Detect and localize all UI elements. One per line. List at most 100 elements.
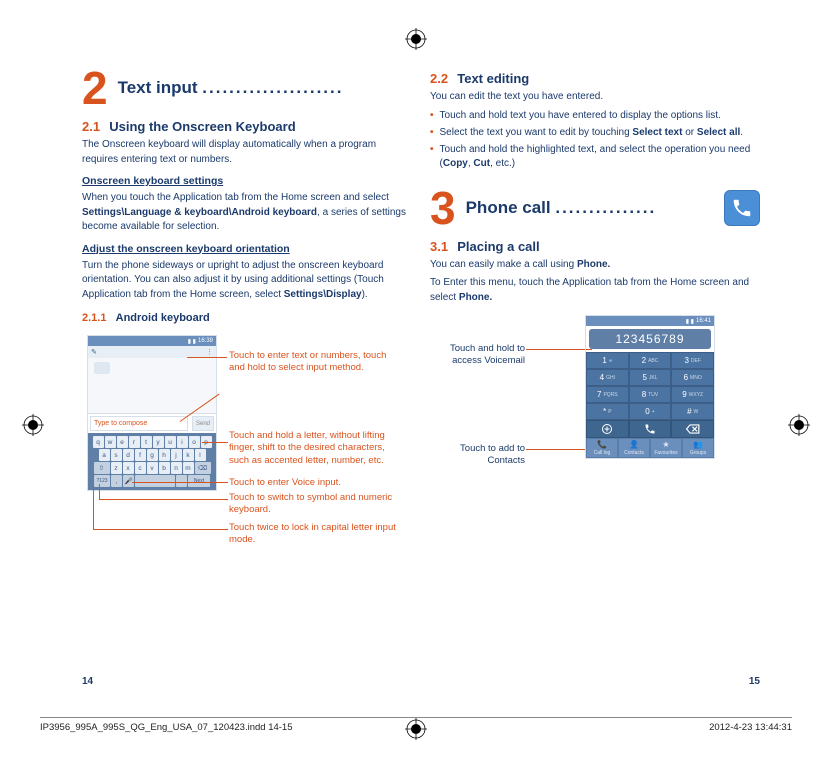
letter-key[interactable]: a [99,449,110,461]
letter-key[interactable]: j [171,449,182,461]
send-button[interactable]: Send [192,416,214,431]
annotation-caps-lock: Touch twice to lock in capital letter in… [229,522,404,547]
letter-key[interactable]: c [135,462,146,474]
shift-key[interactable]: ⇧ [94,462,110,474]
dial-key[interactable]: 7PQRS [586,386,629,403]
leader-line [99,484,100,499]
dialer-keypad: 1∞2ABC3DEF 4GHI5JKL6MNO 7PQRS8TUV9WXYZ *P0+… [586,352,714,420]
letter-key[interactable]: z [111,462,122,474]
section-2-2-heading: 2.2 Text editing [430,71,760,86]
call-button[interactable] [629,420,672,438]
dialer-tab[interactable]: 👥Groups [682,438,714,458]
dialer-tabs: 📞Call log👤Contacts★Favourites👥Groups [586,438,714,458]
backspace-button[interactable] [671,420,714,438]
dialer-tab[interactable]: 📞Call log [586,438,618,458]
annotation-add-contact: Touch to add to Contacts [425,443,525,468]
letter-key[interactable]: u [165,436,176,448]
compose-input[interactable]: Type to compose [90,416,188,431]
letter-key[interactable]: m [183,462,194,474]
leader-line [202,442,228,443]
page-left: 2 Text input ..................... 2.1 U… [82,65,412,665]
letter-key[interactable]: s [111,449,122,461]
bullet-2: • Select the text you want to edit by to… [430,126,760,140]
dial-key[interactable]: #W [671,403,714,420]
mic-key[interactable]: 🎤 [123,475,134,487]
message-area [88,358,216,413]
symbol-key[interactable]: ?123 [94,475,110,487]
chapter-title-text: Phone call [466,198,551,217]
dial-key[interactable]: 9WXYZ [671,386,714,403]
leader-line [99,499,228,500]
leader-line [526,349,592,350]
adjust-orientation-body: Turn the phone sideways or upright to ad… [82,259,412,303]
letter-key[interactable]: t [141,436,152,448]
leader-line [93,529,228,530]
letter-key[interactable]: o [189,436,200,448]
letter-key[interactable]: i [177,436,188,448]
leader-dots: ............... [555,198,656,217]
dial-key[interactable]: 4GHI [586,369,629,386]
letter-key[interactable]: w [105,436,116,448]
annotation-input-method: Touch to enter text or numbers, touch an… [229,350,404,375]
dial-key[interactable]: 2ABC [629,352,672,369]
phone-app-icon [724,190,760,226]
dial-key[interactable]: 3DEF [671,352,714,369]
dial-key[interactable]: 6MNO [671,369,714,386]
letter-key[interactable]: f [135,449,146,461]
add-contact-button[interactable] [586,420,629,438]
section-2-2-intro: You can edit the text you have entered. [430,90,760,105]
delete-key[interactable]: ⌫ [195,462,211,474]
leader-line [187,357,227,358]
compose-row: Type to compose Send [88,413,216,433]
footer-datetime: 2012-4-23 13:44:31 [709,722,792,733]
period-key[interactable]: . [176,475,187,487]
section-2-1-heading: 2.1 Using the Onscreen Keyboard [82,119,412,134]
dial-key[interactable]: 1∞ [586,352,629,369]
letter-key[interactable]: v [147,462,158,474]
letter-key[interactable]: e [117,436,128,448]
chapter-title-text: Text input [118,78,198,97]
letter-key[interactable]: y [153,436,164,448]
registration-mark-top-icon [405,28,427,50]
annotation-hold-letter: Touch and hold a letter, without lifting… [229,430,404,467]
print-footer: IP3956_995A_995S_QG_Eng_USA_07_120423.in… [40,717,792,733]
bullet-3: • Touch and hold the highlighted text, a… [430,143,760,171]
letter-key[interactable]: k [183,449,194,461]
letter-key[interactable]: g [147,449,158,461]
dialer-screenshot: ▮ ▮16:41 123456789 1∞2ABC3DEF4GHI5JKL6MN… [585,315,715,459]
registration-mark-right-icon [788,414,810,436]
chapter-number: 3 [430,185,456,231]
dialer-figure: Touch and hold to access Voicemail Touch… [430,315,760,505]
onscreen-kb-settings-body: When you touch the Application tab from … [82,191,412,235]
footer-filename: IP3956_995A_995S_QG_Eng_USA_07_120423.in… [40,722,293,733]
dialer-tab[interactable]: ★Favourites [650,438,682,458]
space-key[interactable] [135,475,175,487]
letter-key[interactable]: d [123,449,134,461]
annotation-voicemail: Touch and hold to access Voicemail [425,343,525,368]
letter-key[interactable]: l [195,449,206,461]
letter-key[interactable]: h [159,449,170,461]
dial-key[interactable]: 5JKL [629,369,672,386]
letter-key[interactable]: b [159,462,170,474]
section-3-1-heading: 3.1 Placing a call [430,239,760,254]
section-3-1-p2: To Enter this menu, touch the Applicatio… [430,276,760,305]
dial-key[interactable]: *P [586,403,629,420]
page-number-right: 15 [749,676,760,687]
chapter-3-heading: 3 Phone call ............... [430,185,760,231]
chapter-2-heading: 2 Text input ..................... [82,65,412,111]
dialer-tab[interactable]: 👤Contacts [618,438,650,458]
status-bar: ▮ ▮16:39 [88,336,216,346]
letter-key[interactable]: x [123,462,134,474]
leader-line [132,482,228,483]
dial-key[interactable]: 0+ [629,403,672,420]
page-right: 2.2 Text editing You can edit the text y… [430,65,760,665]
leader-line [93,472,94,529]
comma-key[interactable]: , [111,475,122,487]
dial-key[interactable]: 8TUV [629,386,672,403]
letter-key[interactable]: n [171,462,182,474]
keyboard-figure: ▮ ▮16:39 ✎⋮ Type to compose Send qwertyu… [82,332,412,582]
letter-key[interactable]: q [93,436,104,448]
status-bar: ▮ ▮16:41 [586,316,714,326]
next-key[interactable]: Next [188,475,210,487]
letter-key[interactable]: r [129,436,140,448]
